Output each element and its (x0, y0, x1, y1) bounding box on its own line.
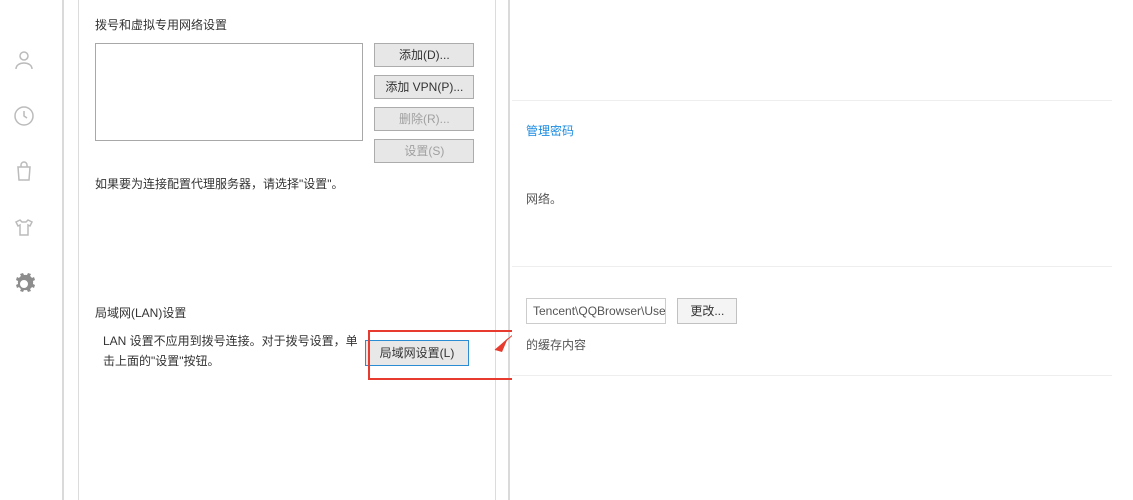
lan-hint-text: LAN 设置不应用到拨号连接。对于拨号设置，单击上面的"设置"按钮。 (95, 331, 365, 372)
divider (512, 266, 1112, 267)
shopping-bag-icon[interactable] (12, 160, 36, 184)
dialup-settings-button: 设置(S) (374, 139, 474, 163)
cache-path-row: Tencent\QQBrowser\Use 更改... (512, 298, 1112, 324)
connections-listbox[interactable] (95, 43, 363, 141)
network-text-tail: 网络。 (526, 190, 562, 207)
change-path-button[interactable]: 更改... (677, 298, 737, 324)
proxy-hint-text: 如果要为连接配置代理服务器，请选择"设置"。 (95, 175, 479, 192)
dialup-button-column: 添加(D)... 添加 VPN(P)... 删除(R)... 设置(S) (374, 43, 474, 163)
user-icon[interactable] (12, 48, 36, 72)
dialup-section-title: 拨号和虚拟专用网络设置 (95, 16, 479, 33)
add-vpn-button[interactable]: 添加 VPN(P)... (374, 75, 474, 99)
divider (512, 375, 1112, 376)
lan-button-wrapper: 局域网设置(L) (365, 340, 469, 366)
cache-path-input[interactable]: Tencent\QQBrowser\Use (526, 298, 666, 324)
lan-settings-button[interactable]: 局域网设置(L) (365, 340, 469, 366)
divider (512, 100, 1112, 101)
sidebar (0, 0, 48, 500)
remove-connection-button: 删除(R)... (374, 107, 474, 131)
history-icon[interactable] (12, 104, 36, 128)
cache-content-label: 的缓存内容 (526, 336, 586, 353)
shirt-icon[interactable] (12, 216, 36, 240)
internet-properties-dialog: 拨号和虚拟专用网络设置 添加(D)... 添加 VPN(P)... 删除(R).… (62, 0, 510, 500)
settings-icon[interactable] (12, 272, 36, 296)
browser-settings-pane: 管理密码 网络。 Tencent\QQBrowser\Use 更改... 的缓存… (512, 0, 1132, 500)
manage-passwords-link[interactable]: 管理密码 (526, 122, 574, 139)
lan-section-title: 局域网(LAN)设置 (95, 304, 479, 321)
add-connection-button[interactable]: 添加(D)... (374, 43, 474, 67)
connections-tab-panel: 拨号和虚拟专用网络设置 添加(D)... 添加 VPN(P)... 删除(R).… (78, 0, 496, 500)
